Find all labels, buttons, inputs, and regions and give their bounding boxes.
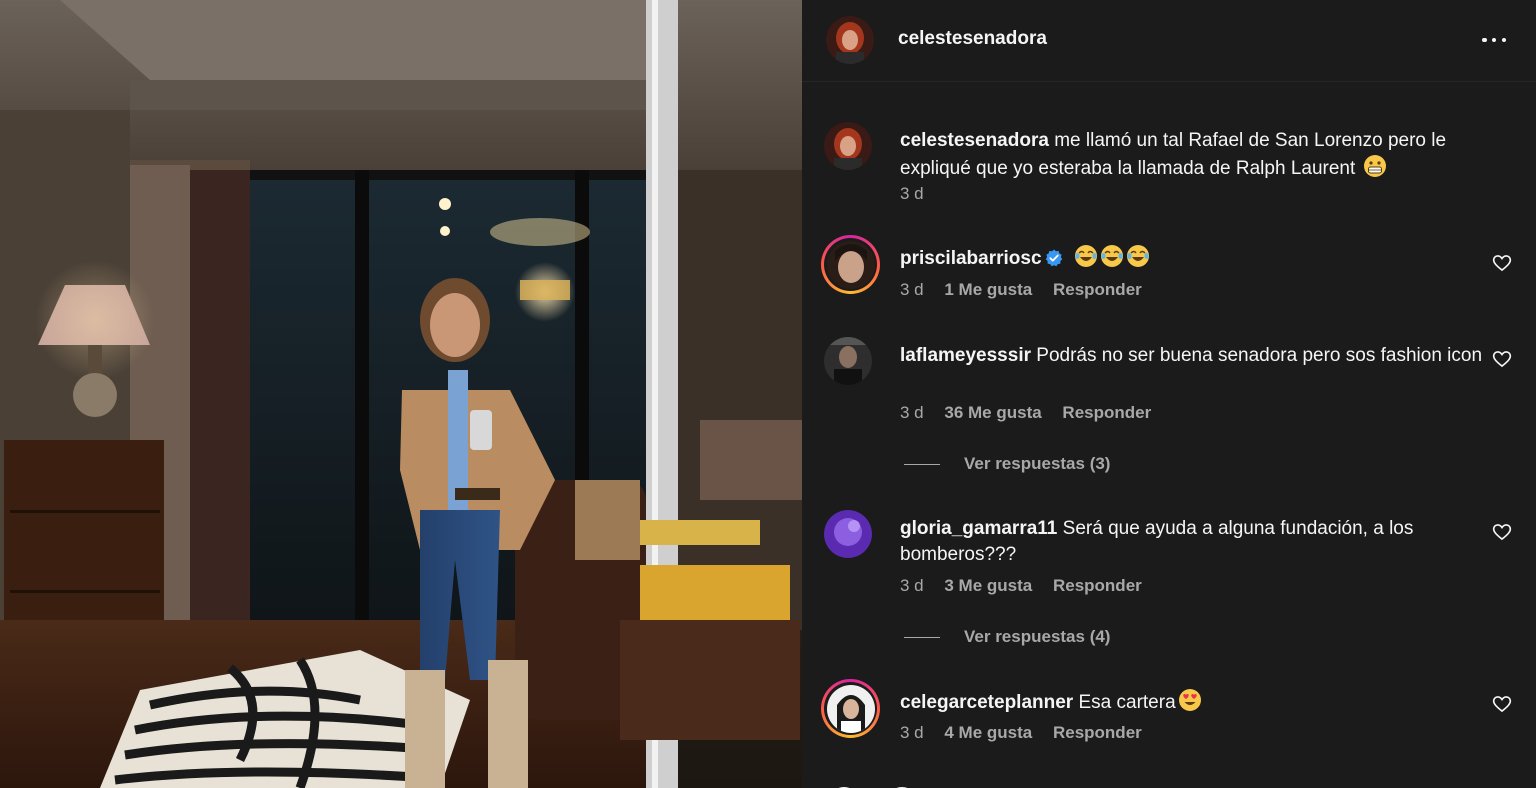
action-bar [802, 780, 1536, 788]
mirror-selfie-image [0, 0, 802, 788]
comment-meta: 3 d 4 Me gusta Responder [900, 723, 1158, 743]
comment-username[interactable]: celegarceteplanner [900, 692, 1073, 713]
tears-of-joy-icon [1100, 245, 1123, 267]
tears-of-joy-icon [1126, 245, 1149, 267]
view-replies-label[interactable]: Ver respuestas (4) [964, 627, 1110, 647]
reply-button[interactable]: Responder [1062, 403, 1151, 422]
reply-button[interactable]: Responder [1053, 280, 1142, 299]
comment-username[interactable]: priscilabarriosc [900, 248, 1042, 269]
caption-meta: 3 d [900, 184, 940, 204]
timestamp[interactable]: 3 d [900, 723, 924, 742]
comment-text: celegarceteplanner Esa cartera [900, 688, 1500, 716]
timestamp[interactable]: 3 d [900, 184, 924, 203]
avatar[interactable] [824, 337, 872, 385]
like-count[interactable]: 36 Me gusta [944, 403, 1041, 422]
avatar[interactable] [826, 16, 874, 64]
verified-badge-icon [1045, 249, 1062, 267]
like-count[interactable]: 4 Me gusta [944, 723, 1032, 742]
grimacing-face-icon [1363, 155, 1386, 177]
comment-meta: 3 d 36 Me gusta Responder [900, 403, 1167, 423]
view-replies-button[interactable]: Ver respuestas (4) [904, 627, 1110, 647]
comment-text: priscilabarriosc [900, 244, 1500, 272]
heart-icon[interactable] [1492, 522, 1512, 542]
post-header: celestesenadora [802, 0, 1536, 82]
post-photo [0, 0, 802, 788]
tears-of-joy-icon [1074, 245, 1097, 267]
avatar[interactable] [824, 122, 872, 170]
avatar[interactable] [824, 510, 872, 558]
caption-text: celestesenadora me llamó un tal Rafael d… [900, 128, 1500, 182]
timestamp[interactable]: 3 d [900, 403, 924, 422]
comment-meta: 3 d 3 Me gusta Responder [900, 576, 1158, 596]
comment-text: gloria_gamarra11 Será que ayuda a alguna… [900, 516, 1500, 568]
comment-username[interactable]: laflameyesssir [900, 345, 1031, 366]
view-replies-button[interactable]: Ver respuestas (3) [904, 454, 1110, 474]
comment-body: Esa cartera [1078, 692, 1176, 713]
post-username[interactable]: celestesenadora [898, 28, 1047, 50]
heart-icon[interactable] [1492, 694, 1512, 714]
heart-eyes-icon [1178, 689, 1201, 711]
view-replies-label[interactable]: Ver respuestas (3) [964, 454, 1110, 474]
like-count[interactable]: 3 Me gusta [944, 576, 1032, 595]
comment-text: laflameyesssir Podrás no ser buena senad… [900, 343, 1500, 369]
comment-body: Podrás no ser buena senadora pero sos fa… [1036, 345, 1483, 366]
replies-divider [904, 636, 940, 638]
heart-icon[interactable] [1492, 253, 1512, 273]
timestamp[interactable]: 3 d [900, 280, 924, 299]
comments-panel: celestesenadora celestesenadora me llamó… [802, 0, 1536, 788]
comment-meta: 3 d 1 Me gusta Responder [900, 280, 1158, 300]
avatar[interactable] [826, 684, 875, 733]
avatar[interactable] [826, 240, 875, 289]
reply-button[interactable]: Responder [1053, 576, 1142, 595]
heart-icon[interactable] [1492, 349, 1512, 369]
like-count[interactable]: 1 Me gusta [944, 280, 1032, 299]
reply-button[interactable]: Responder [1053, 723, 1142, 742]
timestamp[interactable]: 3 d [900, 576, 924, 595]
more-options-icon[interactable] [1480, 28, 1508, 52]
replies-divider [904, 463, 940, 465]
comment-username[interactable]: gloria_gamarra11 [900, 518, 1057, 539]
caption-username[interactable]: celestesenadora [900, 130, 1049, 151]
